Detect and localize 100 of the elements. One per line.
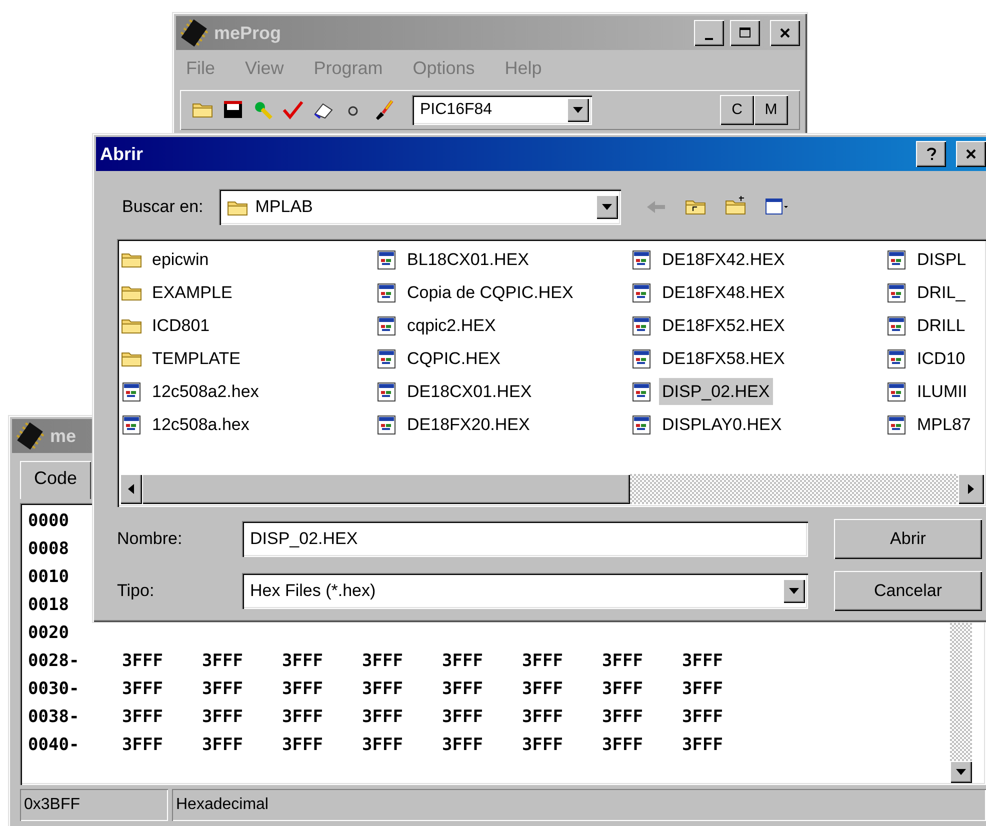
min-button[interactable] — [694, 20, 724, 46]
file-icon[interactable] — [631, 348, 653, 370]
file-name[interactable]: BL18CX01.HEX — [404, 246, 532, 274]
file-name[interactable]: DISPLAY0.HEX — [659, 410, 785, 438]
hex-value: 3FFF — [122, 706, 164, 729]
file-icon[interactable] — [631, 414, 653, 436]
hex-value: 3FFF — [442, 706, 484, 729]
hex-value: 3FFF — [522, 678, 564, 701]
hex-address: 0040- — [28, 734, 80, 757]
window-title: meProg — [214, 22, 282, 45]
file-icon[interactable] — [376, 414, 398, 436]
hex-address: 0030- — [28, 678, 80, 701]
toolbar-button[interactable]: M — [754, 95, 788, 125]
file-name[interactable]: DE18FX58.HEX — [659, 344, 788, 372]
open-button[interactable]: Abrir — [834, 519, 982, 559]
hex-address: 0018 — [28, 594, 70, 617]
hex-value: 3FFF — [122, 734, 164, 757]
file-name[interactable]: DRILL — [914, 312, 968, 340]
max-button[interactable] — [730, 20, 760, 46]
hex-value: 3FFF — [442, 678, 484, 701]
checkmark-icon[interactable] — [282, 99, 304, 121]
cancel-button[interactable]: Cancelar — [834, 571, 982, 611]
file-name[interactable]: ILUMII — [914, 378, 970, 406]
file-icon[interactable] — [886, 248, 908, 270]
hex-value: 3FFF — [282, 734, 324, 757]
hex-value: 3FFF — [602, 650, 644, 673]
file-name[interactable]: DRIL_ — [914, 278, 968, 306]
hex-value: 3FFF — [362, 678, 404, 701]
hex-value: 3FFF — [682, 678, 724, 701]
dropdown-arrow-icon — [789, 588, 799, 594]
tab[interactable]: Code — [20, 461, 92, 499]
file-icon[interactable] — [886, 414, 908, 436]
file-name[interactable]: DE18FX52.HEX — [659, 312, 788, 340]
file-icon[interactable] — [886, 348, 908, 370]
file-icon[interactable] — [376, 348, 398, 370]
dropdown-arrow-icon — [602, 204, 612, 210]
folder-name[interactable]: epicwin — [149, 246, 212, 274]
hex-value: 3FFF — [362, 734, 404, 757]
hex-value: 3FFF — [202, 734, 244, 757]
file-name[interactable]: CQPIC.HEX — [404, 344, 504, 372]
file-name[interactable]: 12c508a.hex — [149, 410, 252, 438]
file-icon[interactable] — [631, 282, 653, 304]
scroll-thumb[interactable] — [142, 474, 630, 504]
folder-name[interactable]: EXAMPLE — [149, 278, 236, 306]
hex-address: 0000 — [28, 510, 70, 533]
help-button[interactable] — [916, 141, 946, 167]
hex-value: 3FFF — [202, 678, 244, 701]
file-name[interactable]: MPL87 — [914, 410, 974, 438]
folder-name[interactable]: ICD801 — [149, 312, 213, 340]
minimize-icon — [705, 38, 713, 40]
file-icon[interactable] — [886, 282, 908, 304]
file-icon[interactable] — [121, 414, 143, 436]
folder-name[interactable]: TEMPLATE — [149, 344, 244, 372]
hex-value: 3FFF — [522, 706, 564, 729]
file-icon[interactable] — [631, 248, 653, 270]
hex-value: 3FFF — [602, 734, 644, 757]
file-icon[interactable] — [376, 314, 398, 336]
window-title: me — [50, 424, 76, 448]
device-dropdown[interactable]: PIC16F84 — [412, 95, 592, 125]
file-icon[interactable] — [376, 380, 398, 402]
file-icon[interactable] — [121, 380, 143, 402]
hex-value: 3FFF — [362, 706, 404, 729]
file-icon[interactable] — [376, 282, 398, 304]
right-arrow-icon[interactable] — [968, 484, 974, 494]
file-name[interactable]: DE18FX20.HEX — [404, 410, 533, 438]
status-panel: 0x3BFF — [20, 789, 168, 821]
file-name[interactable]: DE18FX42.HEX — [659, 246, 788, 274]
left-arrow-icon[interactable] — [128, 484, 134, 494]
look-in-dropdown[interactable]: MPLAB — [219, 189, 622, 225]
horizontal-scrollbar[interactable] — [120, 474, 984, 504]
down-arrow-icon[interactable] — [956, 769, 966, 775]
file-icon[interactable] — [631, 380, 653, 402]
close-button[interactable] — [956, 141, 986, 167]
file-name[interactable]: DE18FX48.HEX — [659, 278, 788, 306]
folder-name: MPLAB — [255, 196, 313, 218]
file-name[interactable]: 12c508a2.hex — [149, 378, 262, 406]
file-name[interactable]: DE18CX01.HEX — [404, 378, 535, 406]
dropdown-arrow-icon — [573, 107, 583, 113]
file-icon[interactable] — [886, 380, 908, 402]
file-name[interactable]: Copia de CQPIC.HEX — [404, 278, 576, 306]
file-icon[interactable] — [886, 314, 908, 336]
field-label: Nombre: — [117, 528, 184, 550]
hex-value: 3FFF — [682, 734, 724, 757]
hex-value: 3FFF — [602, 706, 644, 729]
file-name[interactable]: DISPL — [914, 246, 970, 274]
file-name[interactable]: DISP_02.HEX — [659, 378, 773, 406]
file-icon[interactable] — [376, 248, 398, 270]
close-button[interactable] — [770, 20, 800, 46]
hex-value: 3FFF — [682, 650, 724, 673]
file-icon[interactable] — [631, 314, 653, 336]
look-in-label: Buscar en: — [122, 196, 204, 218]
hex-value: 3FFF — [122, 678, 164, 701]
toolbar-button[interactable]: C — [720, 95, 754, 125]
file-name-field[interactable]: DISP_02.HEX — [242, 521, 808, 557]
hex-value: 3FFF — [522, 734, 564, 757]
file-name[interactable]: cqpic2.HEX — [404, 312, 499, 340]
file-name[interactable]: ICD10 — [914, 344, 968, 372]
help-icon — [924, 147, 938, 161]
hex-address: 0038- — [28, 706, 80, 729]
file-type-dropdown[interactable]: Hex Files (*.hex) — [242, 573, 808, 609]
